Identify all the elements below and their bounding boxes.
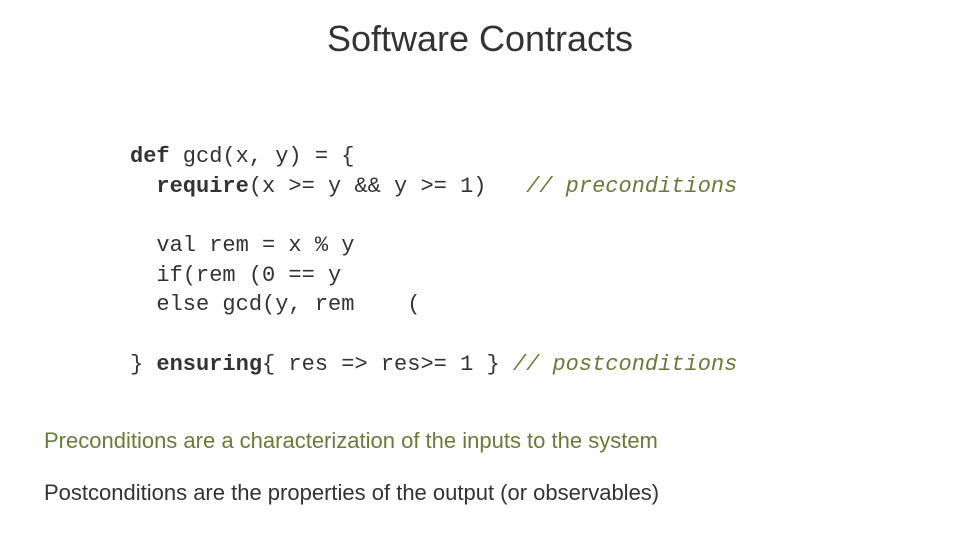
keyword-ensuring: ensuring	[156, 352, 262, 377]
slide-title: Software Contracts	[0, 18, 960, 60]
comment-preconditions: // preconditions	[526, 174, 737, 199]
code-block: def gcd(x, y) = { require(x >= y && y >=…	[130, 142, 737, 380]
keyword-def: def	[130, 144, 170, 169]
code-line-1: gcd(x, y) = {	[170, 144, 355, 169]
comment-postconditions: // postconditions	[513, 352, 737, 377]
code-line-5: if(rem (0 == y	[130, 263, 341, 288]
keyword-require: require	[130, 174, 249, 199]
code-line-8c: { res => res>= 1 }	[262, 352, 513, 377]
code-line-2: (x >= y && y >= 1)	[249, 174, 526, 199]
code-line-8a: }	[130, 352, 156, 377]
code-line-4: val rem = x % y	[130, 233, 354, 258]
body-text-postconditions: Postconditions are the properties of the…	[44, 480, 659, 506]
body-text-preconditions: Preconditions are a characterization of …	[44, 428, 658, 454]
code-line-6: else gcd(y, rem (	[130, 292, 420, 317]
